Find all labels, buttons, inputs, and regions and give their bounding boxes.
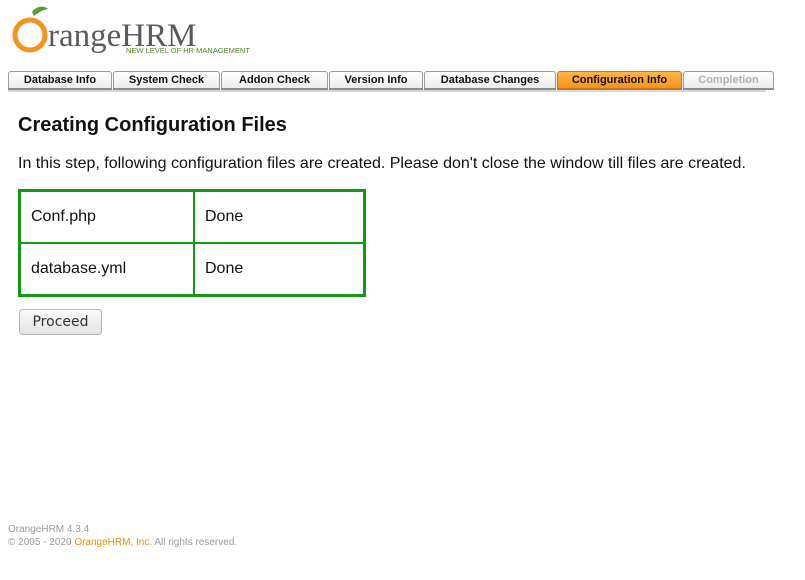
tabs-divider [8,90,766,92]
tab-system-check[interactable]: System Check [113,71,220,90]
table-row: database.yml Done [18,242,366,297]
config-files-table: Conf.php Done database.yml Done [18,189,366,297]
table-row: Conf.php Done [18,189,366,244]
orange-fruit-icon: rangeHRM NEW LEVEL OF HR MANAGEMENT [12,6,250,55]
tab-database-changes[interactable]: Database Changes [424,71,556,90]
tab-database-info[interactable]: Database Info [8,71,112,90]
copyright-prefix: © 2005 - 2020 [8,537,75,548]
tab-configuration-info[interactable]: Configuration Info [557,71,682,90]
proceed-button[interactable]: Proceed [19,309,102,335]
file-status: Done [193,189,366,244]
page-title: Creating Configuration Files [18,114,287,136]
rights-text: All rights reserved. [152,537,238,548]
file-name: database.yml [18,242,195,297]
file-status: Done [193,242,366,297]
tab-completion: Completion [683,71,774,90]
tab-version-info[interactable]: Version Info [329,71,423,90]
file-name: Conf.php [18,189,195,244]
orangehrm-logo: rangeHRM NEW LEVEL OF HR MANAGEMENT [10,6,270,58]
company-link[interactable]: OrangeHRM, Inc. [74,537,152,548]
footer: OrangeHRM 4.3.4 © 2005 - 2020 OrangeHRM,… [8,523,237,549]
tab-addon-check[interactable]: Addon Check [221,71,328,90]
logo-tagline: NEW LEVEL OF HR MANAGEMENT [126,46,250,55]
step-description: In this step, following configuration fi… [18,155,746,172]
footer-copyright: © 2005 - 2020 OrangeHRM, Inc. All rights… [8,536,237,549]
footer-version: OrangeHRM 4.3.4 [8,524,90,535]
